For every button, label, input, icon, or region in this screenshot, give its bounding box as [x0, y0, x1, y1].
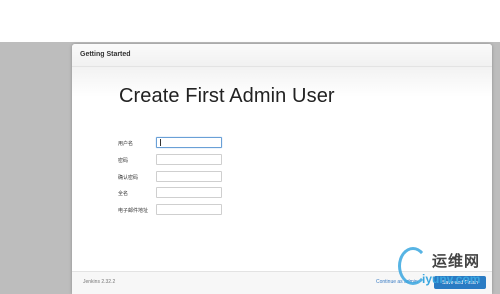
dialog-header-title: Getting Started — [80, 51, 131, 58]
username-input[interactable] — [156, 137, 222, 148]
dialog-header: Getting Started — [72, 44, 492, 67]
watermark-url: iyunv.com — [422, 272, 481, 286]
password-label: 密码 — [118, 157, 129, 164]
username-label: 用户名 — [118, 141, 134, 147]
form-row-email: 电子邮件地址 — [118, 204, 418, 221]
email-input[interactable] — [156, 204, 222, 216]
confirm-password-label: 确认密码 — [118, 174, 139, 181]
form-row-password: 密码 — [118, 153, 418, 171]
site-watermark: 运维网 iyunv.com — [392, 244, 500, 294]
full-name-label: 全名 — [118, 191, 129, 198]
form-row-confirm-password: 确认密码 — [118, 170, 418, 188]
version-label: Jenkins 2.32.2 — [83, 279, 116, 285]
password-input[interactable] — [156, 153, 222, 165]
text-caret — [160, 139, 161, 146]
form-row-username: 用户名 — [118, 137, 418, 154]
dialog-body: Create First Admin User 用户名 密码 确认密码 全名 电… — [72, 67, 492, 272]
page-title: Create First Admin User — [119, 85, 335, 107]
watermark-title: 运维网 — [432, 253, 481, 270]
confirm-password-input[interactable] — [156, 170, 222, 182]
form-row-full-name: 全名 — [118, 187, 418, 204]
full-name-input[interactable] — [156, 187, 222, 199]
admin-user-form: 用户名 密码 确认密码 全名 电子邮件地址 — [118, 137, 418, 221]
email-label: 电子邮件地址 — [118, 208, 149, 215]
